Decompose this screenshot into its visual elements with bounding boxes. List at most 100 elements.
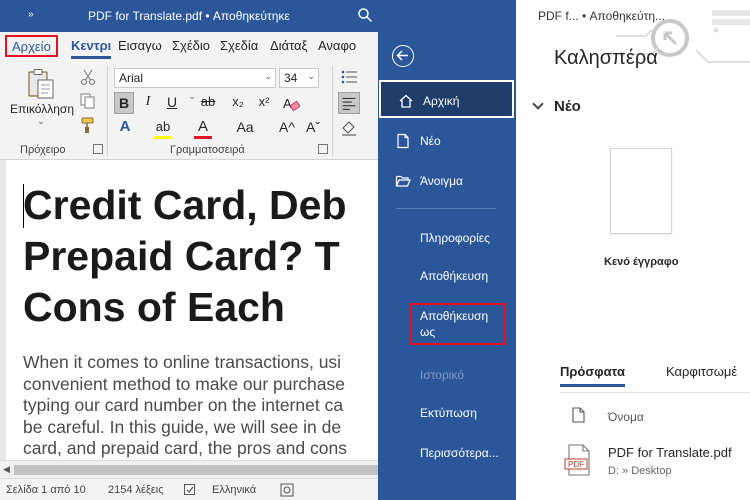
body-line: card, and prepaid card, the pros and con…: [23, 438, 347, 458]
document-heading[interactable]: Credit Card, Deb Prepaid Card? T Cons of…: [23, 180, 378, 333]
file-backstage-nav: Αρχική Νέο Άνοιγμα Πληροφορίες Αποθήκευσ…: [378, 0, 516, 500]
proofing-icon[interactable]: [184, 484, 198, 496]
group-divider: [332, 66, 333, 156]
chevron-down-icon[interactable]: [532, 98, 544, 110]
change-case-button[interactable]: Aa: [234, 116, 256, 138]
paste-button[interactable]: Επικόλληση ⌄: [10, 68, 75, 138]
format-painter-icon[interactable]: [79, 116, 97, 134]
font-size-combobox[interactable]: 34 ⌄: [279, 68, 319, 88]
text-effects-button[interactable]: A: [114, 116, 136, 138]
greeting: Καλησπέρα: [554, 47, 658, 69]
document-page[interactable]: Credit Card, Deb Prepaid Card? T Cons of…: [6, 160, 378, 460]
highlight-color-swatch: [154, 136, 172, 139]
heading-line: Prepaid Card? T: [23, 233, 340, 279]
blank-document-label[interactable]: Κενό έγγραφο: [604, 256, 678, 268]
heading-line: Cons of Each: [23, 284, 285, 330]
font-dialog-launcher[interactable]: [318, 144, 328, 154]
window-title: PDF for Translate.pdf • Αποθηκεύτηκε: [88, 9, 290, 23]
document-type-icon: [572, 407, 585, 423]
underline-button[interactable]: U: [162, 92, 182, 114]
pdf-file-icon: PDF: [564, 444, 590, 476]
horizontal-scrollbar[interactable]: ◀: [0, 460, 378, 478]
body-line: When it comes to online transactions, us…: [23, 352, 342, 372]
list-divider: [560, 392, 750, 393]
scroll-left-icon[interactable]: ◀: [3, 464, 10, 475]
paste-icon: [28, 69, 54, 99]
recent-file-name[interactable]: PDF for Translate.pdf: [608, 445, 732, 460]
nav-print[interactable]: Εκτύπωση: [420, 406, 477, 420]
font-color-swatch: [194, 136, 212, 139]
nav-new-label: Νέο: [420, 134, 441, 148]
paste-label: Επικόλληση: [10, 102, 75, 116]
nav-home-label: Αρχική: [423, 94, 460, 108]
tab-insert[interactable]: Εισαγω: [118, 38, 162, 53]
column-header-name[interactable]: Όνομα: [608, 410, 644, 424]
tab-layout[interactable]: Διάταξ: [270, 38, 307, 53]
folder-open-icon: [395, 175, 411, 187]
bullets-icon[interactable]: [340, 68, 358, 86]
shrink-font-button[interactable]: Aˇ: [302, 116, 324, 138]
clipboard-group-label: Πρόχειρο: [20, 144, 66, 156]
font-name-combobox[interactable]: Arial ⌄: [114, 68, 276, 88]
nav-new[interactable]: Νέο: [378, 122, 516, 160]
subscript-button[interactable]: x₂: [228, 92, 248, 114]
paste-chevron: ⌄: [37, 116, 45, 126]
highlight-button[interactable]: ab: [152, 116, 174, 138]
back-arrow-icon: [396, 50, 408, 61]
recent-file-path: D: » Desktop: [608, 465, 672, 477]
nav-divider: [396, 208, 496, 209]
strikethrough-button[interactable]: ab: [198, 92, 218, 114]
title-bar: » PDF for Translate.pdf • Αποθηκεύτηκε: [0, 0, 378, 32]
font-color-button[interactable]: A: [192, 116, 214, 138]
blank-document-thumbnail[interactable]: [610, 148, 672, 234]
status-bar: Σελίδα 1 από 10 2154 λέξεις Ελληνικά: [0, 478, 378, 500]
chevron-down-icon[interactable]: ⌄: [264, 71, 272, 82]
page-count[interactable]: Σελίδα 1 από 10: [6, 484, 86, 496]
bold-button[interactable]: B: [114, 92, 134, 114]
cut-icon[interactable]: [79, 68, 97, 86]
ribbon-tabs: Αρχείο Κεντρι Εισαγω Σχέδιο Σχεδία Διάτα…: [0, 32, 378, 60]
nav-more[interactable]: Περισσότερα...: [420, 446, 499, 460]
new-section-label: Νέο: [554, 98, 581, 115]
tab-design[interactable]: Σχεδία: [220, 38, 258, 53]
pdf-badge-text: PDF: [568, 460, 584, 469]
heading-line: Credit Card, Deb: [23, 182, 347, 228]
copy-icon[interactable]: [79, 92, 97, 110]
nav-save-as[interactable]: Αποθήκευση ως: [410, 303, 506, 345]
italic-button[interactable]: I: [138, 92, 158, 114]
accessibility-icon[interactable]: [280, 483, 294, 497]
superscript-button[interactable]: x²: [254, 92, 274, 114]
new-section-header[interactable]: Νέο: [532, 98, 581, 115]
nav-history: Ιστορικό: [420, 368, 465, 382]
quick-access-overflow[interactable]: »: [28, 9, 34, 20]
back-button[interactable]: [392, 45, 414, 67]
tab-file[interactable]: Αρχείο: [5, 35, 58, 57]
ribbon: Επικόλληση ⌄ Πρόχειρο Arial ⌄ 34 ⌄ B I U…: [0, 60, 378, 160]
search-icon[interactable]: [357, 7, 373, 23]
svg-text:A: A: [283, 96, 292, 111]
backstage-home-pane: PDF f... • Αποθηκεύτη... Καλησπέρα Νέο Κ…: [516, 0, 750, 500]
chevron-down-icon[interactable]: ⌄: [307, 71, 315, 82]
tab-pinned[interactable]: Καρφιτσωμέ: [666, 364, 737, 379]
nav-home[interactable]: Αρχική: [379, 80, 514, 118]
nav-save[interactable]: Αποθήκευση: [420, 269, 488, 283]
clipboard-dialog-launcher[interactable]: [93, 144, 103, 154]
body-line: typing our card number on the internet c…: [23, 395, 344, 415]
font-group-label: Γραμματοσειρά: [170, 144, 245, 156]
tab-references[interactable]: Αναφο: [318, 38, 356, 53]
new-document-icon: [397, 133, 409, 149]
scrollbar-thumb[interactable]: [14, 465, 378, 475]
language-indicator[interactable]: Ελληνικά: [212, 484, 256, 496]
clear-formatting-icon[interactable]: A: [282, 94, 300, 112]
grow-font-button[interactable]: A^: [276, 116, 298, 138]
shading-icon[interactable]: [340, 118, 358, 136]
word-count[interactable]: 2154 λέξεις: [108, 484, 164, 496]
nav-open-label: Άνοιγμα: [420, 174, 463, 188]
tab-recent[interactable]: Πρόσφατα: [560, 364, 625, 387]
nav-info[interactable]: Πληροφορίες: [420, 231, 490, 245]
nav-open[interactable]: Άνοιγμα: [378, 162, 516, 200]
tab-home[interactable]: Κεντρι: [71, 38, 112, 59]
tab-draw[interactable]: Σχέδιο: [172, 38, 210, 53]
align-left-icon[interactable]: [338, 92, 360, 114]
document-body[interactable]: When it comes to online transactions, us…: [23, 352, 378, 460]
